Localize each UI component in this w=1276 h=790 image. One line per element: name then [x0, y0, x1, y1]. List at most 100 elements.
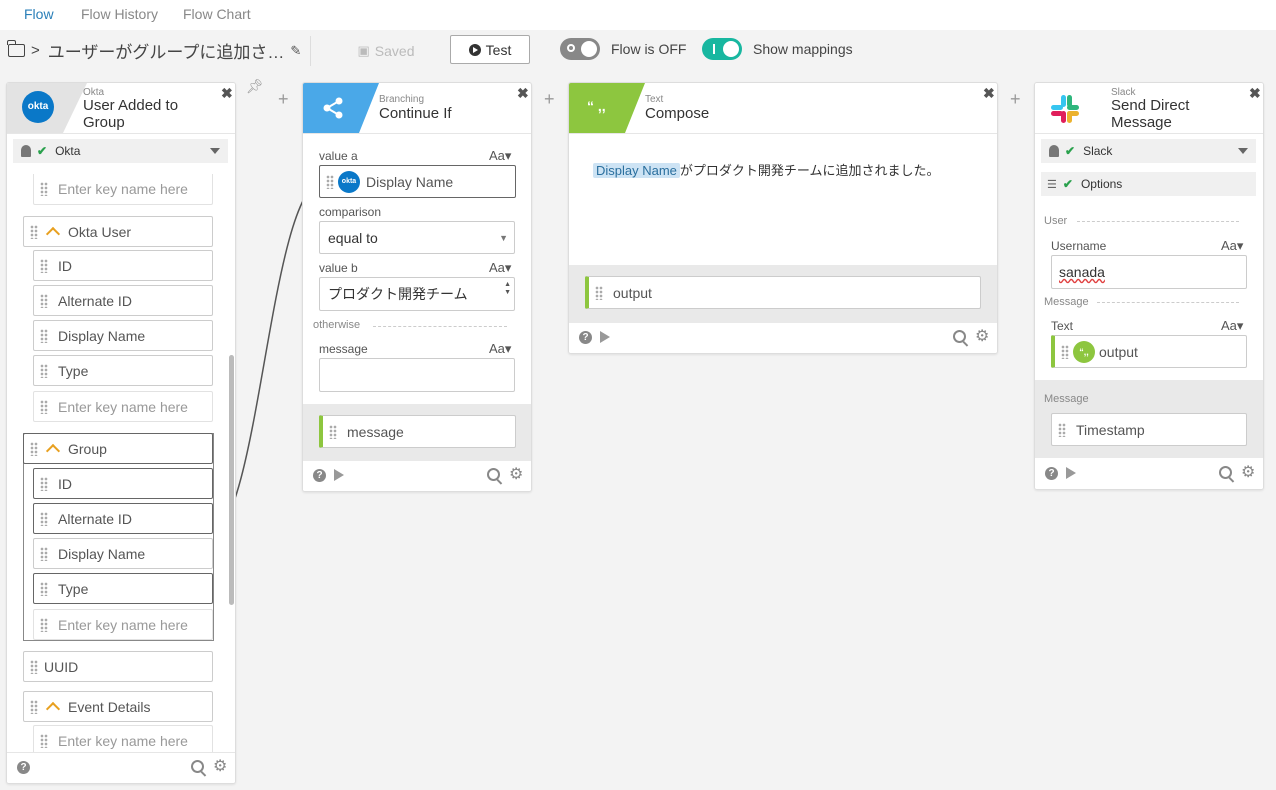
options-label: Options	[1080, 177, 1123, 191]
message-input[interactable]	[319, 358, 515, 392]
card-footer: ? ⚙	[303, 461, 531, 491]
field-group-alternate-id[interactable]: Alternate ID	[33, 503, 213, 534]
card-header: okta Okta User Added to Group ✖	[7, 83, 235, 134]
card-header: Branching Continue If ✖	[303, 83, 531, 134]
value-a-input[interactable]: okta Display Name	[319, 165, 516, 198]
connection-select[interactable]: ✔ Okta	[13, 139, 228, 163]
section-divider	[373, 326, 507, 327]
help-icon[interactable]: ?	[313, 469, 326, 482]
message-output[interactable]: message	[319, 415, 516, 448]
event-details-group[interactable]: Event Details	[23, 691, 213, 722]
connection-select[interactable]: ✔ Slack	[1041, 139, 1256, 163]
key-name-input[interactable]: Enter key name here	[33, 174, 213, 205]
field-user-alternate-id[interactable]: Alternate ID	[33, 285, 213, 316]
field-uuid[interactable]: UUID	[23, 651, 213, 682]
check-icon: ✔	[1062, 177, 1073, 191]
close-icon[interactable]: ✖	[983, 85, 995, 102]
output-section: output	[569, 265, 997, 323]
connection-label: Okta	[55, 144, 81, 158]
field-group-display-name[interactable]: Display Name	[33, 538, 213, 569]
close-icon[interactable]: ✖	[221, 85, 233, 102]
field-group-id[interactable]: ID	[33, 468, 213, 499]
okta-logo-icon: okta	[338, 170, 360, 193]
comparison-label: comparison	[319, 205, 382, 219]
sliders-icon: ☰	[1047, 178, 1057, 191]
text-input[interactable]: “,, output	[1051, 335, 1247, 368]
card-footer: ? ⚙	[1035, 459, 1263, 489]
chevron-down-icon	[210, 148, 220, 154]
chevron-up-icon[interactable]	[45, 701, 61, 716]
text-format-toggle[interactable]: Aa▾	[489, 260, 511, 276]
okta-logo-icon: okta	[22, 91, 54, 123]
okta-user-group[interactable]: Okta User	[23, 216, 213, 247]
value-a-label: value a	[319, 149, 358, 163]
card-footer: ? ⚙	[7, 752, 235, 783]
compose-text[interactable]: Display Name がプロダクト開発チームに追加されました。	[593, 160, 940, 179]
text-label: Text	[1051, 319, 1074, 333]
card-title: Compose	[645, 105, 710, 122]
help-icon[interactable]: ?	[1045, 467, 1058, 480]
quote-icon: “,,	[1073, 340, 1095, 363]
connection-label: Slack	[1083, 144, 1113, 158]
value-b-input[interactable]: プロダクト開発チーム ▲ ▼	[319, 277, 515, 311]
continue-if-card: Branching Continue If ✖ value a Aa▾ okta…	[302, 82, 532, 492]
help-icon[interactable]: ?	[579, 331, 592, 344]
close-icon[interactable]: ✖	[1249, 85, 1261, 102]
search-icon[interactable]	[487, 468, 500, 481]
gear-icon[interactable]: ⚙	[975, 329, 989, 345]
username-label: Username	[1051, 239, 1107, 253]
section-divider	[1077, 221, 1239, 222]
gear-icon[interactable]: ⚙	[213, 759, 227, 775]
scrollbar[interactable]	[229, 355, 234, 605]
field-group-type[interactable]: Type	[33, 573, 213, 604]
display-name-pill[interactable]: Display Name	[593, 163, 680, 178]
text-format-toggle[interactable]: Aa▾	[489, 148, 511, 164]
play-icon[interactable]	[1066, 467, 1076, 479]
quote-icon: “ ,,	[587, 98, 606, 114]
close-icon[interactable]: ✖	[517, 85, 529, 102]
share-icon	[323, 97, 343, 119]
message-label: message	[319, 342, 368, 356]
slack-logo-icon	[1051, 95, 1079, 123]
options-button[interactable]: ☰ ✔ Options	[1041, 172, 1256, 196]
field-user-type[interactable]: Type	[33, 355, 213, 386]
group-group[interactable]: Group	[23, 433, 213, 464]
slack-dm-card: Slack Send Direct Message ✖ ✔ Slack ☰ ✔ …	[1034, 82, 1264, 490]
otherwise-label: otherwise	[313, 319, 361, 331]
card-app-name: Text	[645, 94, 664, 105]
compose-output[interactable]: output	[585, 276, 981, 309]
search-icon[interactable]	[1219, 466, 1232, 479]
text-format-toggle[interactable]: Aa▾	[1221, 318, 1243, 334]
play-icon[interactable]	[334, 469, 344, 481]
message-output-label: Message	[1044, 393, 1089, 405]
comparison-select[interactable]: equal to ▼	[319, 221, 515, 254]
check-icon: ✔	[1065, 144, 1076, 158]
play-icon[interactable]	[600, 331, 610, 343]
user-section-label: User	[1044, 215, 1068, 227]
chevron-down-icon	[1238, 148, 1248, 154]
spinner-icon[interactable]: ▲ ▼	[504, 281, 511, 297]
text-format-toggle[interactable]: Aa▾	[489, 341, 511, 357]
field-user-id[interactable]: ID	[33, 250, 213, 281]
value-b-label: value b	[319, 261, 358, 275]
card-header: Slack Send Direct Message ✖	[1035, 83, 1263, 134]
key-name-input[interactable]: Enter key name here	[33, 609, 213, 640]
chevron-up-icon[interactable]	[45, 443, 61, 458]
field-user-display-name[interactable]: Display Name	[33, 320, 213, 351]
gear-icon[interactable]: ⚙	[1241, 465, 1255, 481]
chevron-up-icon[interactable]	[45, 226, 61, 241]
help-icon[interactable]: ?	[17, 761, 30, 774]
search-icon[interactable]	[953, 330, 966, 343]
username-input[interactable]: sanada	[1051, 255, 1247, 289]
card-footer: ? ⚙	[569, 323, 997, 353]
gear-icon[interactable]: ⚙	[509, 467, 523, 483]
person-icon	[21, 145, 31, 157]
key-name-input[interactable]: Enter key name here	[33, 391, 213, 422]
timestamp-output[interactable]: Timestamp	[1051, 413, 1247, 446]
text-format-toggle[interactable]: Aa▾	[1221, 238, 1243, 254]
card-header: “ ,, Text Compose ✖	[569, 83, 997, 134]
card-title: User Added to Group	[83, 97, 179, 131]
header-shape	[569, 83, 645, 133]
search-icon[interactable]	[191, 760, 204, 773]
output-section: message	[303, 404, 531, 462]
